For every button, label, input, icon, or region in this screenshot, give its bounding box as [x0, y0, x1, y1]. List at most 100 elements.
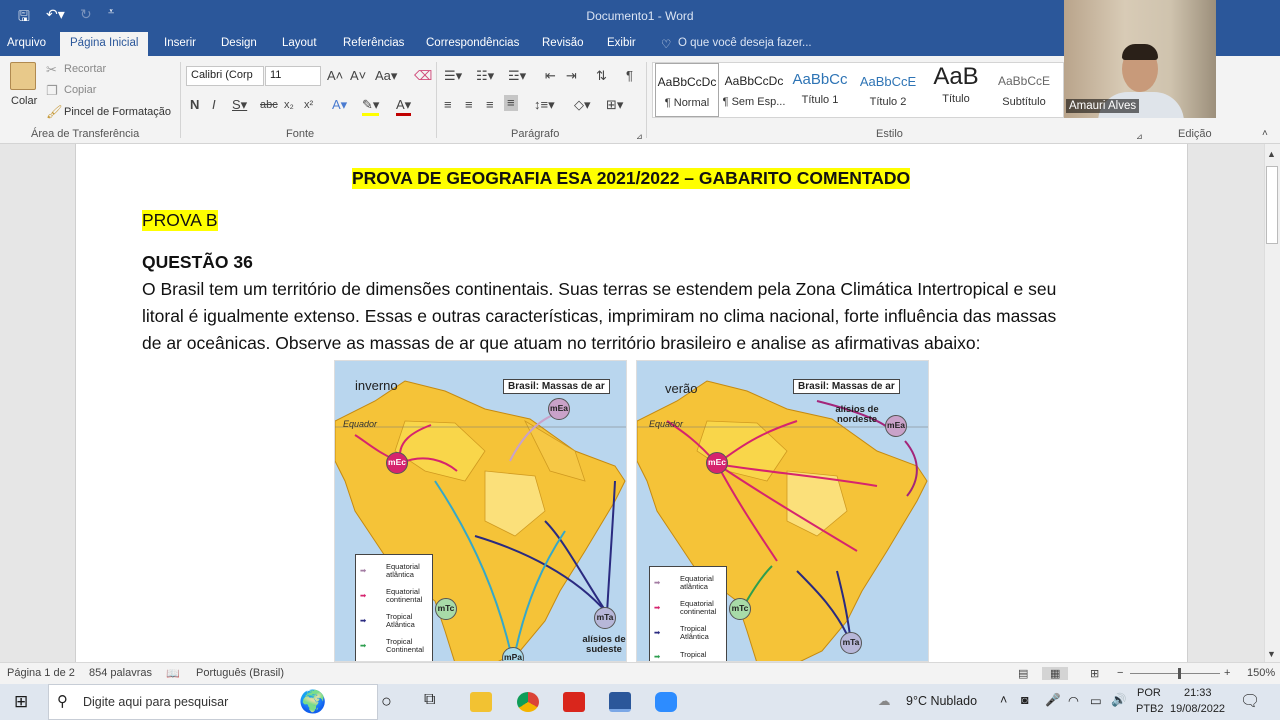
multilevel-list-icon[interactable]: ☲▾ [508, 68, 526, 84]
tab-design[interactable]: Design [221, 37, 257, 49]
scroll-up-icon[interactable]: ▲ [1267, 146, 1276, 162]
copy-button[interactable]: Copiar [64, 84, 96, 96]
styles-launcher-icon[interactable]: ⊿ [1136, 129, 1143, 145]
decrease-indent-icon[interactable]: ⇤ [545, 68, 556, 84]
show-paragraph-marks-icon[interactable]: ¶ [626, 68, 633, 84]
grow-font-icon[interactable]: A˄ [327, 68, 343, 84]
style-subtitle[interactable]: AaBbCcE Subtítulo [991, 63, 1057, 117]
microphone-icon[interactable]: 🎤 [1045, 693, 1061, 708]
cortana-icon[interactable]: ○ [381, 691, 392, 712]
file-explorer-icon[interactable] [470, 692, 492, 712]
format-painter-button[interactable]: Pincel de Formatação [64, 106, 171, 118]
align-right-icon[interactable]: ≡ [486, 97, 494, 113]
tab-arquivo[interactable]: Arquivo [7, 37, 46, 49]
subscript-icon[interactable]: x₂ [284, 97, 294, 113]
increase-indent-icon[interactable]: ⇥ [566, 68, 577, 84]
volume-icon[interactable]: 🔊 [1111, 693, 1127, 708]
shrink-font-icon[interactable]: A˅ [350, 68, 366, 84]
font-color-icon[interactable]: A▾ [396, 97, 412, 116]
doc-paragraph-line-3: de ar oceânicas. Observe as massas de ar… [142, 333, 981, 353]
tab-correspondencias[interactable]: Correspondências [426, 37, 519, 49]
language-indicator[interactable]: Português (Brasil) [196, 667, 284, 679]
style-heading-2[interactable]: AaBbCcE Título 2 [855, 63, 921, 117]
clock-date[interactable]: 19/08/2022 [1170, 703, 1225, 715]
word-icon[interactable] [609, 692, 631, 712]
shading-icon[interactable]: ◇▾ [574, 97, 591, 113]
collapse-ribbon-icon[interactable]: ˄ [1262, 126, 1268, 142]
paste-button[interactable]: Colar [11, 95, 37, 107]
taskbar: ⊞ ⚲ Digite aqui para pesquisar 🌍 ○ ⧉ ☁ 9… [0, 684, 1280, 720]
tab-referencias[interactable]: Referências [343, 37, 404, 49]
webcam-tray-icon[interactable]: ◙ [1021, 693, 1029, 707]
tab-inserir[interactable]: Inserir [164, 37, 196, 49]
doc-subheading: PROVA B [142, 210, 218, 231]
read-mode-icon[interactable]: ▤ [1018, 667, 1028, 680]
mass-mtc: mTc [435, 598, 457, 620]
copy-icon: ❐ [46, 83, 58, 98]
numbering-icon[interactable]: ☷▾ [476, 68, 494, 84]
chrome-icon[interactable] [517, 692, 539, 712]
zoom-slider[interactable] [1130, 673, 1220, 674]
map-winter-annotation: alísios de sudeste [582, 634, 626, 655]
superscript-icon[interactable]: x² [304, 97, 313, 113]
clear-formatting-icon[interactable]: ⌫ [414, 68, 432, 84]
tab-exibir[interactable]: Exibir [607, 37, 636, 49]
strikethrough-icon[interactable]: abc [260, 97, 278, 113]
bullets-icon[interactable]: ☰▾ [444, 68, 462, 84]
clock-time[interactable]: 21:33 [1184, 687, 1212, 699]
underline-icon[interactable]: S▾ [232, 97, 247, 113]
italic-icon[interactable]: I [212, 97, 216, 113]
style-no-spacing[interactable]: AaBbCcDc ¶ Sem Esp... [721, 63, 787, 117]
highlight-color-icon[interactable]: ✎▾ [362, 97, 380, 116]
zoom-app-icon[interactable] [655, 692, 677, 712]
scroll-down-icon[interactable]: ▼ [1267, 646, 1276, 662]
acrobat-icon[interactable] [563, 692, 585, 712]
document-page[interactable]: PROVA DE GEOGRAFIA ESA 2021/2022 – GABAR… [75, 144, 1188, 662]
style-normal[interactable]: AaBbCcDc ¶ Normal [655, 63, 719, 117]
change-case-icon[interactable]: Aa▾ [375, 68, 397, 84]
weather-text[interactable]: 9°C Nublado [906, 694, 977, 708]
paste-icon[interactable] [10, 62, 36, 90]
battery-icon[interactable]: ▭ [1090, 693, 1102, 708]
zoom-slider-thumb[interactable] [1178, 668, 1181, 679]
lightbulb-icon: ♡ [661, 39, 672, 51]
font-name-select[interactable]: Calibri (Corp [186, 66, 264, 86]
font-size-select[interactable]: 11 [265, 66, 321, 86]
task-view-icon[interactable]: ⧉ [424, 691, 435, 709]
style-heading-1[interactable]: AaBbCc Título 1 [787, 63, 853, 117]
dialog-launcher-icon[interactable]: ⊿ [636, 129, 643, 145]
word-count[interactable]: 854 palavras [89, 667, 152, 679]
justify-icon[interactable]: ≡ [504, 95, 518, 111]
legend-arrow-icon: ➡ [360, 641, 367, 650]
bold-icon[interactable]: N [190, 97, 199, 113]
keyboard-layout[interactable]: PTB2 [1136, 703, 1164, 715]
borders-icon[interactable]: ⊞▾ [606, 97, 623, 113]
web-layout-icon[interactable]: ⊞ [1090, 667, 1099, 680]
notifications-icon[interactable]: 🗨 [1240, 691, 1260, 711]
line-spacing-icon[interactable]: ↕≡▾ [534, 97, 555, 113]
page-count[interactable]: Página 1 de 2 [7, 667, 75, 679]
print-layout-icon[interactable]: ▦ [1042, 667, 1069, 680]
tell-me-box[interactable]: O que você deseja fazer... [678, 37, 812, 49]
align-left-icon[interactable]: ≡ [444, 97, 452, 113]
sort-icon[interactable]: ⇅ [596, 68, 607, 84]
scrollbar-thumb[interactable] [1266, 166, 1278, 244]
zoom-level[interactable]: 150% [1247, 667, 1275, 679]
network-icon[interactable]: ◠ [1068, 693, 1079, 708]
tab-layout[interactable]: Layout [282, 37, 317, 49]
text-effects-icon[interactable]: A▾ [332, 97, 347, 113]
zoom-out-button[interactable]: − [1117, 667, 1123, 679]
map-summer-season: verão [665, 381, 698, 396]
style-title[interactable]: AaB Título [923, 63, 989, 117]
tab-pagina-inicial[interactable]: Página Inicial [60, 32, 149, 56]
proofing-icon[interactable]: 📖 [166, 667, 180, 680]
language-code[interactable]: POR [1137, 687, 1161, 699]
zoom-in-button[interactable]: + [1224, 667, 1230, 679]
taskbar-search-box[interactable]: ⚲ Digite aqui para pesquisar 🌍 [48, 684, 378, 720]
styles-gallery: AaBbCcDc ¶ Normal AaBbCcDc ¶ Sem Esp... … [652, 62, 1064, 118]
tab-revisao[interactable]: Revisão [542, 37, 584, 49]
cut-button[interactable]: Recortar [64, 63, 106, 75]
show-hidden-icons-icon[interactable]: ˄ [1000, 693, 1007, 707]
windows-start-icon[interactable]: ⊞ [14, 692, 28, 712]
align-center-icon[interactable]: ≡ [465, 97, 473, 113]
